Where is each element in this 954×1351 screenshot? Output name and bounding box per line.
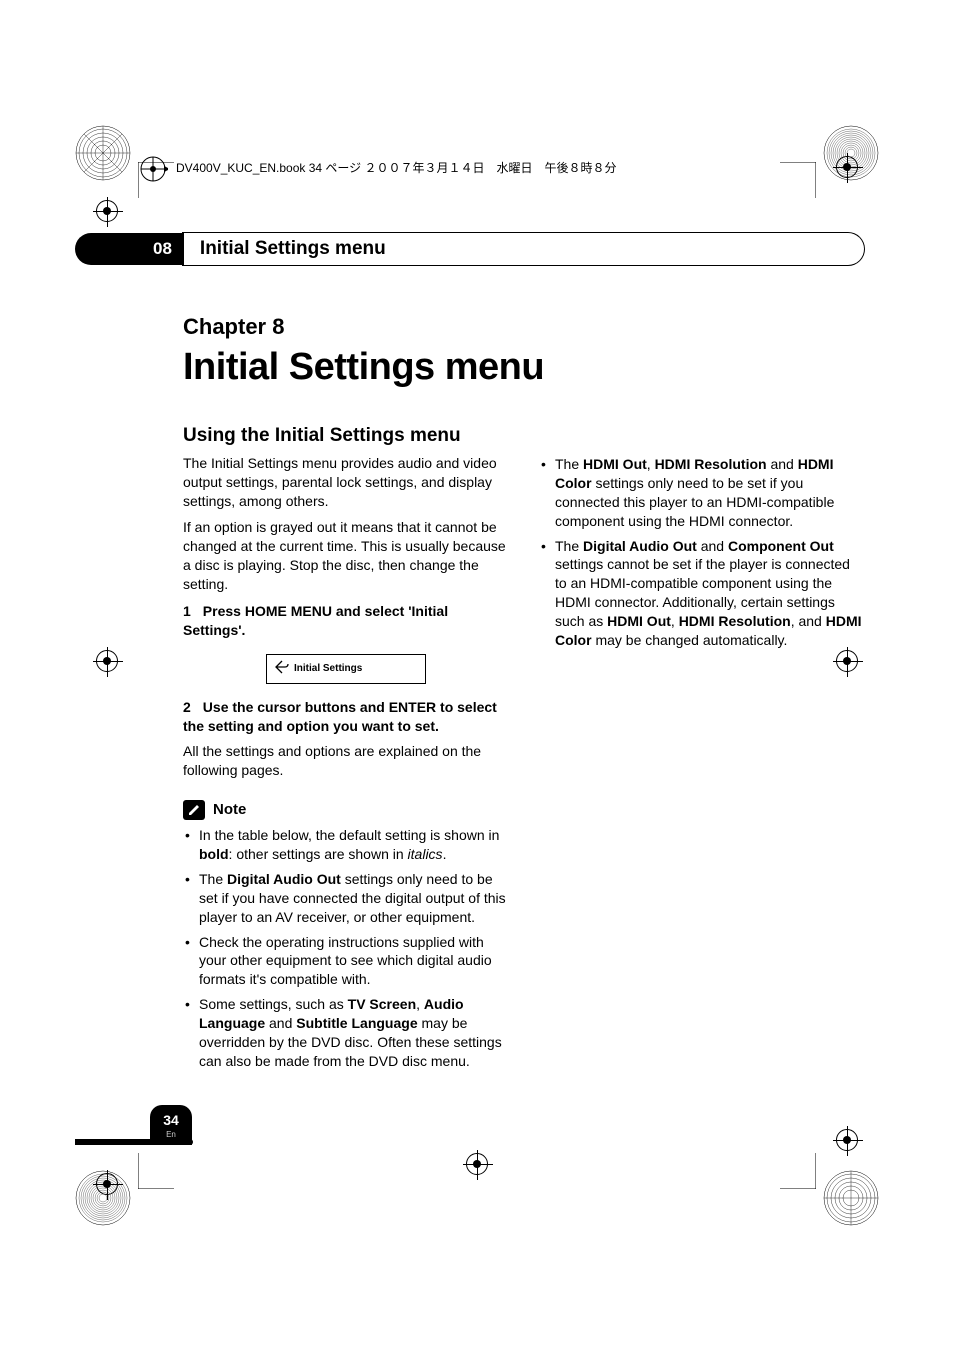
reg-mark: [836, 1129, 858, 1151]
step-2: 2Use the cursor buttons and ENTER to sel…: [183, 698, 509, 736]
reg-mark: [96, 1173, 118, 1195]
book-arrow-icon: [138, 154, 168, 184]
list-item: In the table below, the default setting …: [183, 826, 509, 864]
list-item: The HDMI Out, HDMI Resolution and HDMI C…: [539, 455, 865, 531]
list-item: The Digital Audio Out and Component Out …: [539, 537, 865, 650]
chapter-label: Chapter 8: [75, 314, 865, 340]
pencil-icon: [183, 800, 205, 820]
list-item: The Digital Audio Out settings only need…: [183, 870, 509, 927]
book-header-text: DV400V_KUC_EN.book 34 ページ ２００７年３月１４日 水曜日…: [176, 159, 617, 176]
list-item: Check the operating instructions supplie…: [183, 933, 509, 990]
note-heading: Note: [183, 800, 509, 820]
list-item: Some settings, such as TV Screen, Audio …: [183, 995, 509, 1071]
reg-mark: [466, 1153, 488, 1175]
right-column: The HDMI Out, HDMI Resolution and HDMI C…: [539, 425, 865, 1077]
page-number: 34: [163, 1112, 179, 1128]
note-bullets-right: The HDMI Out, HDMI Resolution and HDMI C…: [539, 455, 865, 650]
reg-mark: [96, 200, 118, 222]
crop-mark-bl: [138, 1153, 174, 1189]
ui-example-box: Initial Settings: [266, 654, 426, 685]
chapter-number-badge: 08: [75, 233, 184, 265]
page-lang: En: [166, 1130, 176, 1139]
intro-para: If an option is grayed out it means that…: [183, 518, 509, 594]
back-arrow-icon: [275, 660, 289, 679]
ui-box-label: Initial Settings: [294, 662, 362, 676]
crop-mark-tr: [780, 162, 816, 198]
page-number-tab: 34 En: [150, 1105, 192, 1145]
section-heading: Using the Initial Settings menu: [183, 425, 509, 448]
corner-ornament-bottom-right: [823, 1170, 879, 1226]
note-bullets-left: In the table below, the default setting …: [183, 826, 509, 1071]
step-1: 1Press HOME MENU and select 'Initial Set…: [183, 602, 509, 640]
reg-mark: [836, 156, 858, 178]
crop-mark-br: [780, 1153, 816, 1189]
intro-para: The Initial Settings menu provides audio…: [183, 454, 509, 511]
step-2-after: All the settings and options are explain…: [183, 742, 509, 780]
page-heading: Initial Settings menu: [75, 346, 865, 389]
chapter-bar: 08 Initial Settings menu: [75, 232, 865, 266]
chapter-title-pill: Initial Settings menu: [182, 232, 865, 266]
left-column: Using the Initial Settings menu The Init…: [183, 425, 509, 1077]
corner-ornament-top-left: [75, 125, 131, 181]
